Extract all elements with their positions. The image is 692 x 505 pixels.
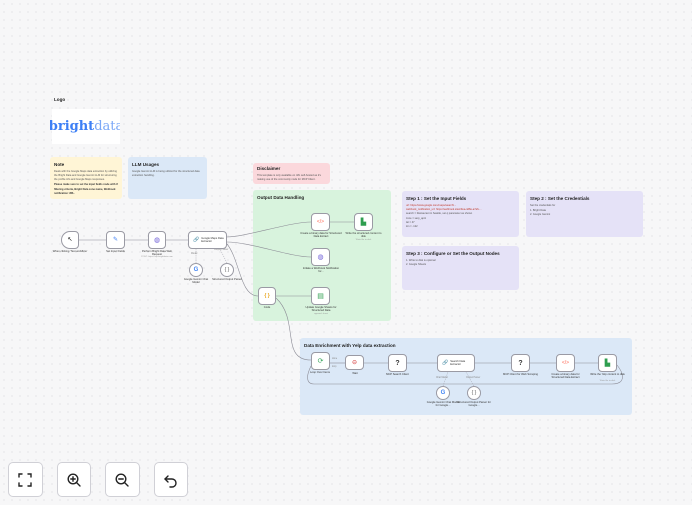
node-trigger[interactable]: ↖: [61, 231, 79, 249]
braces-icon: { }: [471, 390, 477, 396]
node-gemini-chat[interactable]: G: [189, 263, 203, 277]
node-mcp-search[interactable]: ?: [388, 354, 407, 372]
node-write-yelp[interactable]: ▙: [598, 354, 617, 372]
google-icon: G: [193, 267, 199, 273]
node-gemini-chat-2[interactable]: G: [436, 386, 450, 400]
reset-zoom-button[interactable]: [153, 462, 188, 497]
node-loop[interactable]: ⟳: [311, 352, 330, 370]
node-mcp-scrape-label: MCP Client for Web Scraping: [502, 373, 538, 376]
link-icon: 🔗: [193, 236, 200, 243]
question-icon: ?: [518, 359, 523, 367]
node-set-input-fields-label: Set Input Fields: [106, 250, 125, 253]
node-structured-parser-2[interactable]: { }: [467, 386, 481, 400]
link-icon: 🔗: [442, 360, 449, 366]
braces-icon: { }: [224, 267, 230, 273]
zoom-out-button[interactable]: [105, 462, 140, 497]
node-wait-label: Wait: [352, 372, 358, 375]
edge-label-done: done: [332, 358, 338, 360]
node-set-input-fields[interactable]: ✎: [106, 231, 125, 249]
node-mcp-search-label: MCP Search Client: [386, 373, 409, 376]
node-write-yelp-sub: Write file to disk: [599, 380, 616, 382]
node-structured-parser[interactable]: { }: [220, 263, 234, 277]
loop-icon: ⟳: [317, 358, 324, 365]
node-code[interactable]: { }: [258, 287, 276, 305]
fit-view-button[interactable]: [8, 462, 43, 497]
node-search-extractor[interactable]: 🔗 Search Data Extractor: [437, 354, 475, 372]
google-icon: G: [440, 390, 446, 396]
code-braces-icon: { }: [264, 293, 270, 299]
zoom-in-icon: [67, 472, 81, 487]
node-update-sheets[interactable]: ▤: [311, 287, 330, 305]
edge-extractor-to-webhook: [226, 241, 312, 258]
code-icon: </>: [561, 360, 570, 366]
edge-label-model: Model: [191, 253, 198, 255]
node-binary-create-label: Create a binary data for Structured Data…: [300, 232, 342, 239]
node-trigger-label: When clicking 'Test workflow': [52, 250, 88, 253]
zoom-out-icon: [115, 472, 129, 487]
sheets-icon: ▤: [317, 293, 324, 300]
node-webhook-notify[interactable]: ◍: [311, 248, 330, 266]
node-code-label: Code: [263, 306, 271, 309]
node-gemini-chat-label: Google Gemini Chat Model: [183, 278, 209, 285]
node-write-yelp-label: Write the Yelp content to disk: [590, 373, 625, 376]
node-binary-create[interactable]: </>: [311, 213, 330, 231]
edge-extractor-to-binary: [226, 221, 312, 238]
node-update-sheets-sub: append: sheet: [314, 313, 328, 315]
canvas-toolbar: [8, 462, 188, 498]
globe-icon: ◍: [317, 254, 324, 261]
zoom-in-button[interactable]: [56, 462, 91, 497]
globe-icon: ◍: [153, 236, 161, 244]
code-icon: </>: [316, 219, 325, 225]
node-loop-label: Loop Over Items: [310, 371, 330, 374]
node-write-disk[interactable]: ▙: [354, 213, 373, 231]
node-webhook-notify-label: Initiate a Webhook Notification for...: [302, 267, 340, 274]
edge-label-loop: loop: [332, 366, 337, 368]
node-gmaps-extractor-label: Google Maps Data Extractor: [201, 236, 224, 243]
node-update-sheets-label: Update Google Sheets for Structured Data: [305, 306, 337, 313]
node-structured-parser-label: Structured Output Parser: [212, 278, 242, 281]
node-gmaps-extractor[interactable]: 🔗 Google Maps Data Extractor: [188, 231, 227, 249]
file-icon: ▙: [360, 219, 367, 226]
pointer-icon: ↖: [67, 237, 73, 243]
file-icon: ▙: [604, 360, 611, 367]
node-structured-parser-2-label: Structured Output Parser for Google...: [457, 401, 491, 408]
edge-parser-to-extractor: [219, 248, 228, 264]
edge-label-chat-model: Chat Model: [436, 377, 448, 379]
fit-view-icon: [18, 472, 32, 487]
undo-icon: [164, 474, 177, 488]
node-perform-request[interactable]: ◍: [148, 231, 166, 249]
pencil-icon: ✎: [112, 237, 119, 243]
node-mcp-scrape[interactable]: ?: [511, 354, 530, 372]
node-binary-create-2[interactable]: </>: [556, 354, 575, 372]
node-wait[interactable]: ⊖: [345, 355, 364, 370]
node-write-disk-label: Write the structured content to disk: [345, 232, 382, 239]
node-write-disk-sub: Write file to disk: [355, 239, 372, 241]
edge-label-output-parser-2: Output Parser: [466, 377, 481, 379]
node-binary-create-2-label: Create a binary data for Structured Data…: [551, 373, 580, 380]
workflow-canvas[interactable]: Logo bright data Note Deals with the Goo…: [0, 0, 692, 505]
node-search-extractor-label: Search Data Extractor: [450, 359, 466, 366]
question-icon: ?: [395, 359, 400, 367]
node-perform-request-sub: POST: https://api.brightdata.com: [141, 256, 173, 258]
wait-icon: ⊖: [351, 360, 358, 366]
edge-label-output-parser: Output Parser: [214, 249, 229, 251]
